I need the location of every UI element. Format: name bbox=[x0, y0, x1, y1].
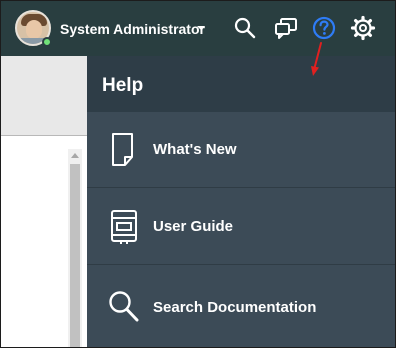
top-header-bar: System Administrator bbox=[1, 1, 395, 56]
search-icon[interactable] bbox=[232, 15, 258, 41]
scrollbar-thumb[interactable] bbox=[70, 164, 80, 347]
help-item-label: Search Documentation bbox=[153, 299, 317, 316]
search-icon bbox=[109, 291, 139, 322]
gear-icon[interactable] bbox=[350, 15, 376, 41]
background-content-area bbox=[1, 56, 87, 135]
help-item-whats-new[interactable]: What's New bbox=[87, 112, 395, 188]
help-panel: Help What's New User Guide Search Docume… bbox=[87, 56, 395, 347]
book-icon bbox=[111, 210, 137, 244]
chevron-down-icon[interactable] bbox=[197, 26, 205, 30]
presence-status-icon bbox=[42, 37, 52, 47]
app-window: System Administrator Help What's New Use… bbox=[0, 0, 396, 348]
help-item-label: User Guide bbox=[153, 218, 234, 235]
annotation-arrow-icon bbox=[311, 42, 322, 76]
document-icon bbox=[112, 133, 133, 166]
help-icon[interactable] bbox=[311, 15, 337, 41]
help-item-user-guide[interactable]: User Guide bbox=[87, 189, 395, 265]
help-item-label: What's New bbox=[153, 141, 237, 158]
avatar-face bbox=[26, 20, 42, 39]
chat-icon[interactable] bbox=[273, 15, 299, 41]
help-panel-title: Help bbox=[102, 75, 144, 96]
help-panel-header: Help bbox=[87, 56, 395, 112]
scroll-up-arrow-icon[interactable] bbox=[71, 153, 79, 158]
help-item-search-documentation[interactable]: Search Documentation bbox=[87, 266, 395, 347]
user-name[interactable]: System Administrator bbox=[60, 21, 205, 37]
